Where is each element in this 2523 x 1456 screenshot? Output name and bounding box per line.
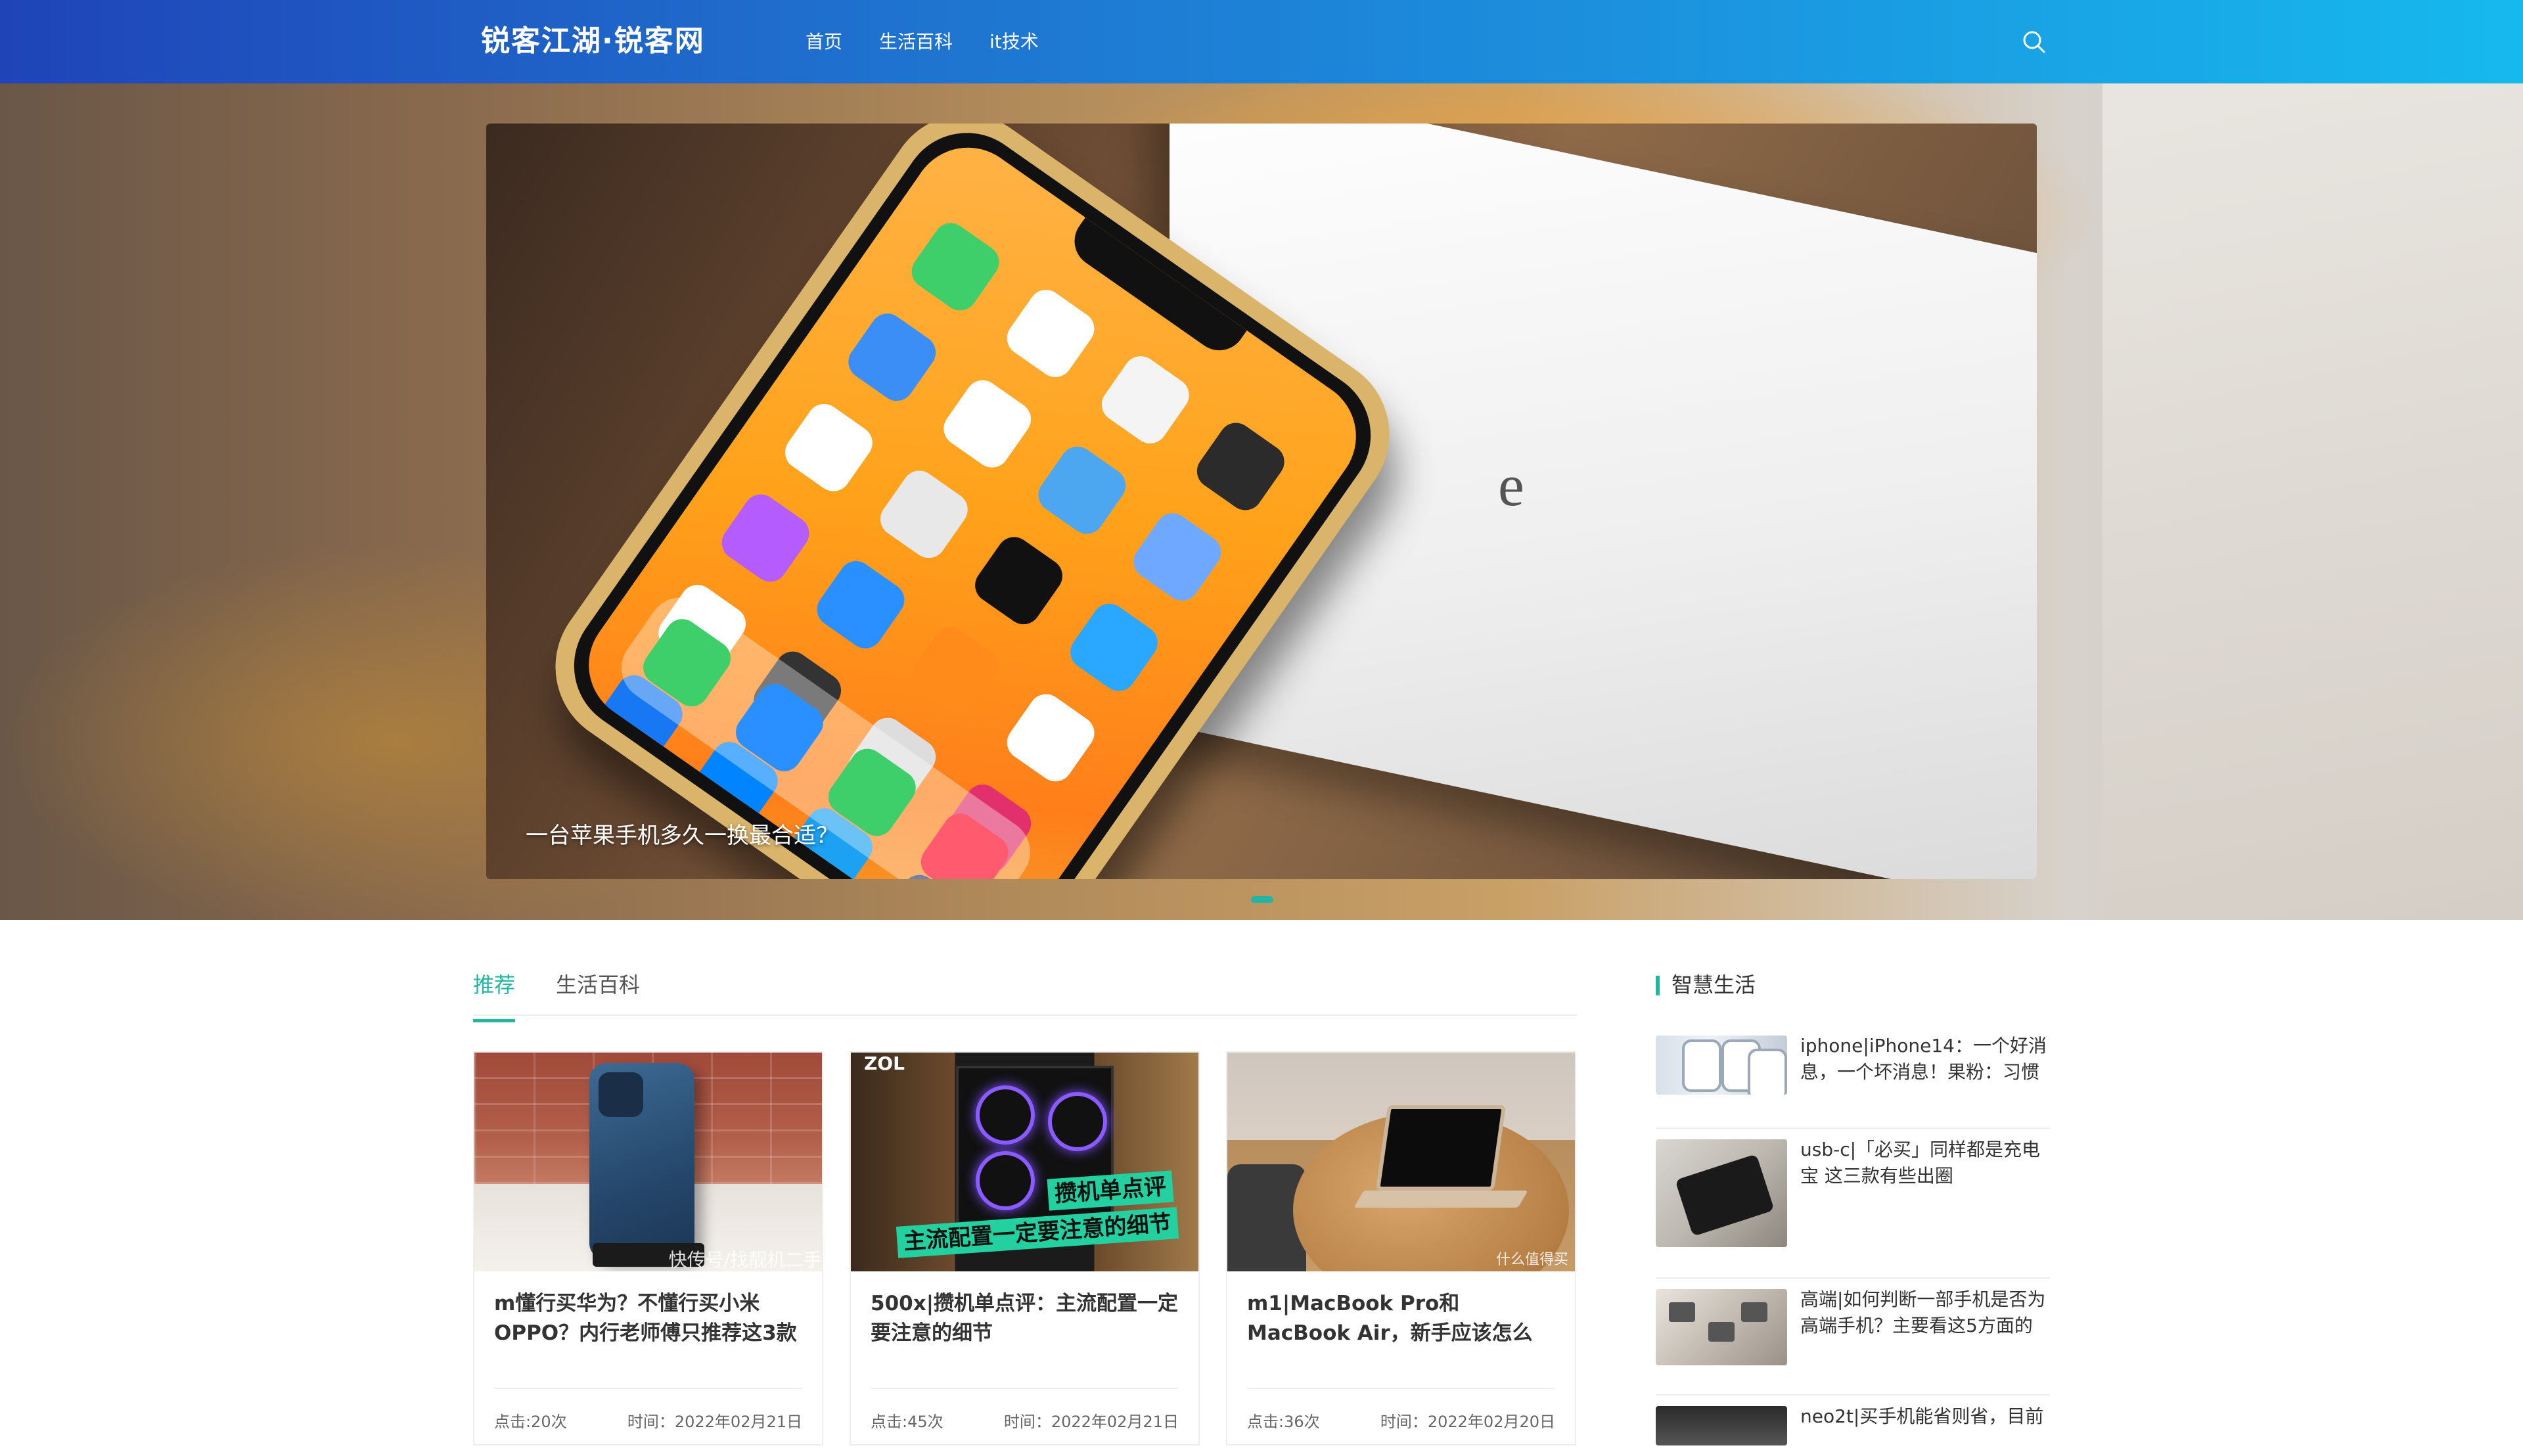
publish-time: 时间：2022年02月20日 <box>1380 1413 1555 1431</box>
article-title[interactable]: m懂行买华为？不懂行买小米OPPO？内行老师傅只推荐这3款 <box>494 1289 806 1348</box>
sidebar-article-list: iphone|iPhone14：一个好消息，一个坏消息！果粉：习惯就好 usb-… <box>1656 1025 2050 1448</box>
nav-item-it-tech[interactable]: it技术 <box>989 26 1039 58</box>
article-title[interactable]: m1|MacBook Pro和MacBook Air，新手应该怎么选？ <box>1247 1289 1559 1348</box>
article-meta: 点击:20次 时间：2022年02月21日 <box>494 1388 802 1431</box>
publish-time: 时间：2022年02月21日 <box>1003 1413 1179 1431</box>
sidebar-article-title[interactable]: iphone|iPhone14：一个好消息，一个坏消息！果粉：习惯就好 <box>1800 1033 2050 1085</box>
search-icon[interactable] <box>2021 29 2047 55</box>
article-thumbnail[interactable]: ZOL 攒机单点评 主流配置一定要注意的细节 <box>851 1053 1198 1271</box>
tab-life-encyclopedia[interactable]: 生活百科 <box>556 962 640 1014</box>
sidebar-article[interactable]: neo2t|买手机能省则省，目前 <box>1656 1396 2050 1448</box>
article-card[interactable]: 快传号/找靓机二手 m懂行买华为？不懂行买小米OPPO？内行老师傅只推荐这3款 … <box>473 1051 823 1445</box>
content-tabs: 推荐 生活百科 <box>473 962 1577 1022</box>
sidebar-article[interactable]: iphone|iPhone14：一个好消息，一个坏消息！果粉：习惯就好 <box>1656 1025 2050 1129</box>
carousel-dot-active[interactable] <box>1251 896 1273 903</box>
article-meta: 点击:45次 时间：2022年02月21日 <box>871 1388 1179 1431</box>
article-card[interactable]: 什么值得买 m1|MacBook Pro和MacBook Air，新手应该怎么选… <box>1226 1051 1576 1445</box>
top-header: 锐客江湖·锐客网 首页 生活百科 it技术 <box>0 0 2523 83</box>
image-watermark: 什么值得买 <box>1495 1252 1568 1268</box>
sidebar-title: 智慧生活 <box>1656 970 1756 1000</box>
carousel-pagination <box>1251 896 1273 903</box>
sidebar-article[interactable]: usb-c|「必买」同样都是充电宝 这三款有些出圈 <box>1656 1129 2050 1279</box>
click-count: 点击:20次 <box>494 1413 567 1431</box>
click-count: 点击:36次 <box>1247 1413 1320 1431</box>
sidebar-thumbnail[interactable] <box>1656 1289 1787 1365</box>
sidebar-article-title[interactable]: 高端|如何判断一部手机是否为高端手机？主要看这5方面的表现 <box>1800 1286 2050 1339</box>
nav-item-life-encyclopedia[interactable]: 生活百科 <box>879 26 953 58</box>
article-thumbnail[interactable]: 快传号/找靓机二手 <box>474 1053 822 1271</box>
tab-recommend[interactable]: 推荐 <box>473 962 516 1022</box>
nav-item-home[interactable]: 首页 <box>806 26 842 58</box>
main-nav: 首页 生活百科 it技术 <box>806 26 1076 58</box>
sidebar-article[interactable]: 高端|如何判断一部手机是否为高端手机？主要看这5方面的表现 <box>1656 1279 2050 1396</box>
article-meta: 点击:36次 时间：2022年02月20日 <box>1247 1388 1555 1431</box>
sidebar-article-title[interactable]: neo2t|买手机能省则省，目前 <box>1800 1403 2050 1456</box>
publish-time: 时间：2022年02月21日 <box>627 1413 802 1431</box>
carousel-slide[interactable]: e <box>486 124 2037 879</box>
sidebar-thumbnail[interactable] <box>1656 1406 1787 1445</box>
image-corner-text: ZOL <box>864 1053 905 1074</box>
sidebar-thumbnail[interactable] <box>1656 1035 1787 1095</box>
site-logo[interactable]: 锐客江湖·锐客网 <box>481 20 705 63</box>
slide-caption[interactable]: 一台苹果手机多久一换最合适？ <box>526 819 838 852</box>
article-thumbnail[interactable]: 什么值得买 <box>1227 1053 1575 1271</box>
sidebar-thumbnail[interactable] <box>1656 1139 1787 1247</box>
image-watermark: 快传号/找靓机二手 <box>668 1249 822 1271</box>
article-title[interactable]: 500x|攒机单点评：主流配置一定要注意的细节 <box>871 1289 1183 1348</box>
box-logo-text: e <box>1498 453 1524 518</box>
click-count: 点击:45次 <box>871 1413 943 1431</box>
article-card-list: 快传号/找靓机二手 m懂行买华为？不懂行买小米OPPO？内行老师傅只推荐这3款 … <box>473 1051 1577 1445</box>
article-card[interactable]: ZOL 攒机单点评 主流配置一定要注意的细节 500x|攒机单点评：主流配置一定… <box>850 1051 1200 1445</box>
sidebar-article-title[interactable]: usb-c|「必买」同样都是充电宝 这三款有些出圈 <box>1800 1137 2050 1189</box>
hero-background-box-blur <box>2102 83 2523 920</box>
